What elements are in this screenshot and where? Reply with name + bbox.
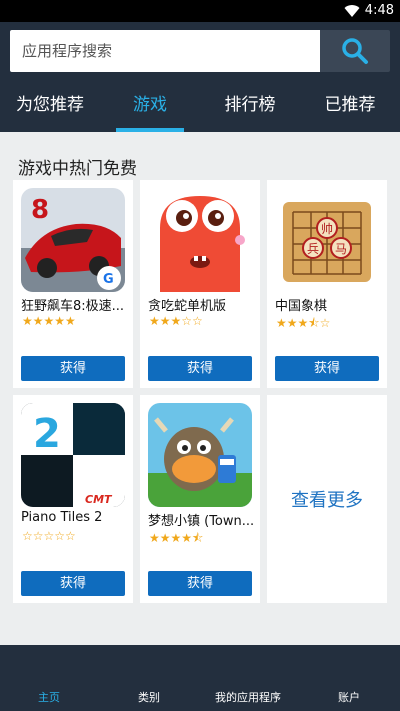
svg-text:CMT: CMT xyxy=(85,493,113,506)
get-button[interactable]: 获得 xyxy=(148,571,252,596)
clock: 4:48 xyxy=(364,3,394,18)
nav-account[interactable]: 账户 xyxy=(338,689,360,705)
app-icon-piano-tiles: 2 CMT xyxy=(21,403,125,507)
status-bar: 4:48 xyxy=(0,0,400,22)
nav-categories[interactable]: 类别 xyxy=(138,689,160,705)
nav-my-apps[interactable]: 我的应用程序 xyxy=(215,689,281,705)
rating-stars: ★★★★★ xyxy=(22,314,76,328)
app-name: 狂野飙车8:极速... xyxy=(21,299,125,314)
tab-recommended[interactable]: 为您推荐 xyxy=(0,82,100,132)
get-button[interactable]: 获得 xyxy=(148,356,252,381)
section-title: 游戏中热门免费 xyxy=(18,159,137,179)
rating-stars: ☆☆☆☆☆ xyxy=(22,529,76,543)
rating-stars: ★★★⯪☆ xyxy=(276,316,331,330)
svg-text:兵: 兵 xyxy=(307,242,319,256)
get-button[interactable]: 获得 xyxy=(21,356,125,381)
svg-text:8: 8 xyxy=(31,195,49,225)
app-card-snake[interactable]: 贪吃蛇单机版 ★★★☆☆ 获得 xyxy=(140,180,260,388)
rating-stars: ★★★☆☆ xyxy=(149,314,203,328)
rating-stars: ★★★★⯪ xyxy=(149,531,204,545)
tab-recommended-already[interactable]: 已推荐 xyxy=(300,82,400,132)
app-card-chess[interactable]: 帅 兵 马 中国象棋 ★★★⯪☆ 获得 xyxy=(267,180,387,388)
app-card-township[interactable]: 梦想小镇 (Town... ★★★★⯪ 获得 xyxy=(140,395,260,603)
app-name: Piano Tiles 2 xyxy=(21,510,103,525)
search-icon xyxy=(342,38,368,64)
app-icon-chess: 帅 兵 马 xyxy=(275,188,379,292)
app-header: 为您推荐 游戏 排行榜 已推荐 xyxy=(0,22,400,132)
app-icon-township xyxy=(148,403,252,507)
app-card-piano-tiles[interactable]: 2 CMT Piano Tiles 2 ☆☆☆☆☆ 获得 xyxy=(13,395,133,603)
search-button[interactable] xyxy=(320,30,390,72)
bottom-nav: 主页 类别 我的应用程序 账户 xyxy=(0,645,400,711)
tab-games[interactable]: 游戏 xyxy=(100,82,200,132)
svg-text:2: 2 xyxy=(33,411,61,457)
svg-text:帅: 帅 xyxy=(321,222,333,236)
app-icon-asphalt: 8 G xyxy=(21,188,125,292)
svg-text:G: G xyxy=(103,272,114,287)
category-tabs: 为您推荐 游戏 排行榜 已推荐 xyxy=(0,82,400,132)
search-input[interactable] xyxy=(10,30,320,72)
app-name: 贪吃蛇单机版 xyxy=(148,299,227,314)
see-more-label: 查看更多 xyxy=(291,490,363,511)
wifi-icon xyxy=(344,5,360,18)
see-more-card[interactable]: 查看更多 xyxy=(267,395,387,603)
get-button[interactable]: 获得 xyxy=(21,571,125,596)
svg-text:马: 马 xyxy=(335,242,347,256)
app-name: 中国象棋 xyxy=(275,299,328,314)
tab-rankings[interactable]: 排行榜 xyxy=(200,82,300,132)
get-button[interactable]: 获得 xyxy=(275,356,379,381)
app-name: 梦想小镇 (Town... xyxy=(148,514,255,529)
app-card-asphalt[interactable]: 8 G 狂野飙车8:极速... ★★★★★ 获得 xyxy=(13,180,133,388)
nav-home[interactable]: 主页 xyxy=(38,689,60,705)
app-icon-snake xyxy=(148,188,252,292)
